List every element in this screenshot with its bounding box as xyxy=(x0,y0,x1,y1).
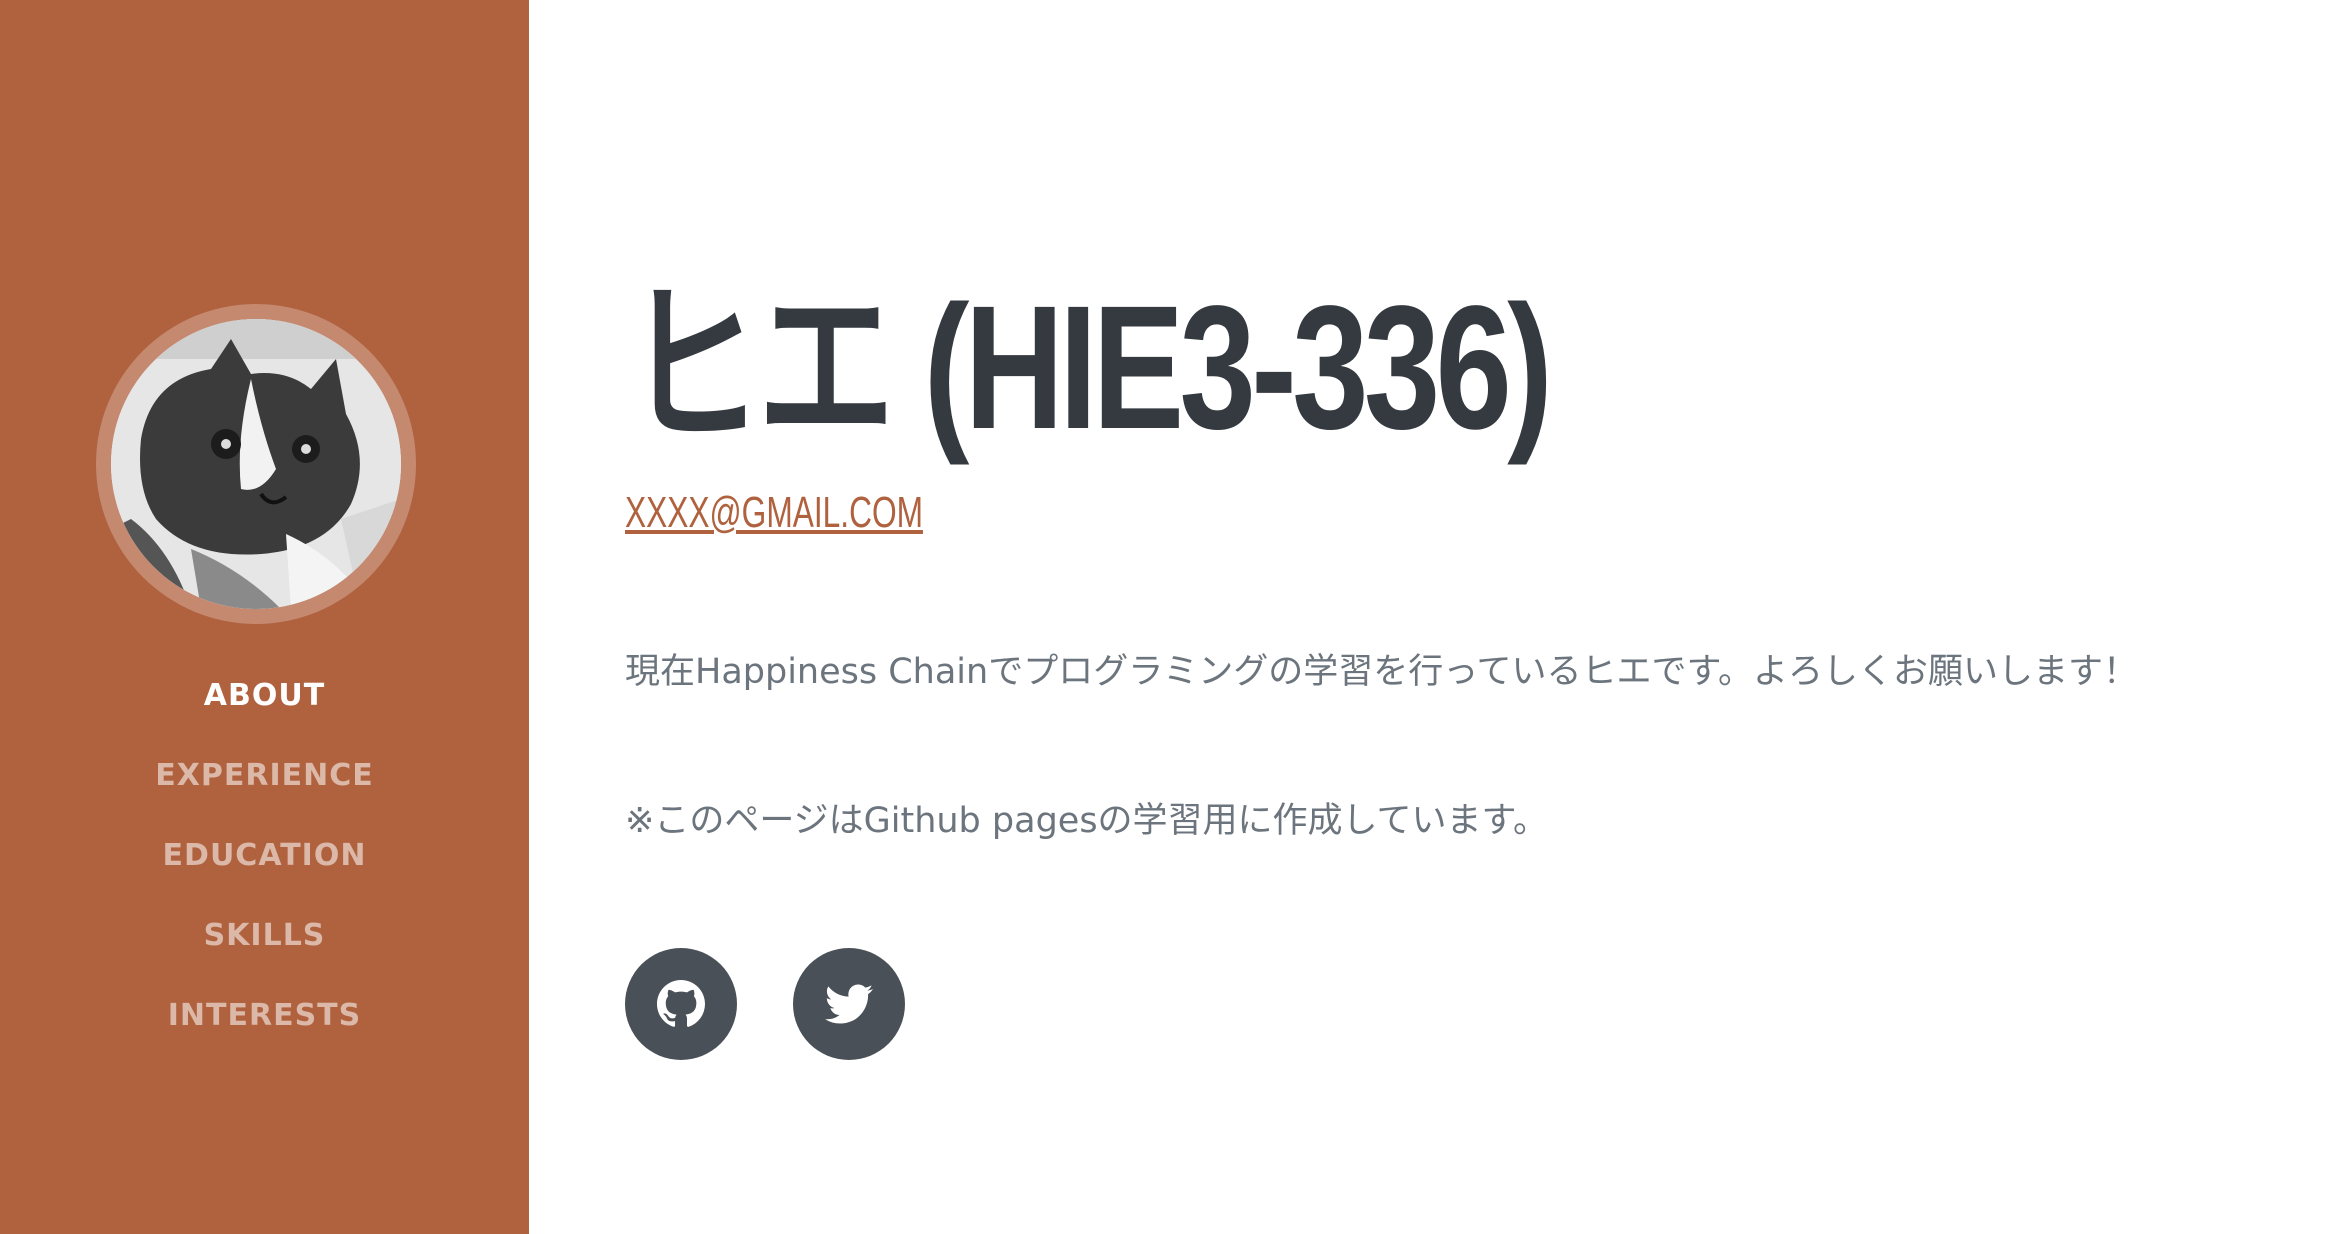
intro-text: 現在Happiness Chainでプログラミングの学習を行っているヒエです。よ… xyxy=(625,652,2138,692)
github-icon xyxy=(657,980,705,1027)
about-section: ヒエ (HIE3-336) XXXX@GMAIL.COM 現在Happiness… xyxy=(625,0,2265,1234)
github-button[interactable] xyxy=(625,948,737,1060)
page: ABOUT EXPERIENCE EDUCATION SKILLS INTERE… xyxy=(0,0,2328,1234)
nav-item-education: EDUCATION xyxy=(0,828,529,908)
page-title: ヒエ (HIE3-336) xyxy=(625,270,1553,466)
avatar xyxy=(111,319,401,609)
nav-link-about[interactable]: ABOUT xyxy=(204,678,325,713)
email-link[interactable]: XXXX@GMAIL.COM xyxy=(625,486,923,540)
nav-item-skills: SKILLS xyxy=(0,908,529,988)
cat-photo xyxy=(111,319,401,609)
nav-link-interests[interactable]: INTERESTS xyxy=(168,998,362,1033)
avatar-ring xyxy=(96,304,416,624)
nav-item-experience: EXPERIENCE xyxy=(0,748,529,828)
social-icons xyxy=(625,948,905,1060)
nav-link-education[interactable]: EDUCATION xyxy=(163,838,367,873)
sidebar: ABOUT EXPERIENCE EDUCATION SKILLS INTERE… xyxy=(0,0,529,1234)
nav-link-experience[interactable]: EXPERIENCE xyxy=(155,758,373,793)
twitter-button[interactable] xyxy=(793,948,905,1060)
note-text: ※このページはGithub pagesの学習用に作成しています。 xyxy=(625,801,1549,841)
nav-item-about: ABOUT xyxy=(0,668,529,748)
sidebar-nav: ABOUT EXPERIENCE EDUCATION SKILLS INTERE… xyxy=(0,668,529,1068)
nav-item-interests: INTERESTS xyxy=(0,988,529,1068)
twitter-icon xyxy=(825,984,873,1024)
nav-link-skills[interactable]: SKILLS xyxy=(204,918,326,953)
